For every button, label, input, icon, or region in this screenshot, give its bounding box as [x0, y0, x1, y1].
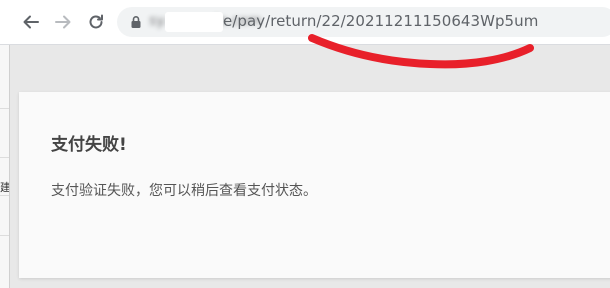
lock-icon[interactable]	[129, 15, 143, 29]
address-bar[interactable]: sy.example.com e/pay/return/22/202112111…	[117, 7, 610, 37]
arrow-right-icon	[55, 15, 71, 29]
divider	[0, 235, 9, 236]
url-redaction	[165, 12, 223, 32]
payment-result-card: 支付失败! 支付验证失败，您可以稍后查看支付状态。	[19, 92, 610, 278]
divider	[0, 157, 9, 158]
divider	[0, 195, 9, 196]
reload-button[interactable]	[85, 11, 107, 33]
divider	[0, 108, 9, 109]
status-message: 支付验证失败，您可以稍后查看支付状态。	[51, 183, 317, 199]
page-title: 支付失败!	[51, 135, 127, 155]
arrow-left-icon	[23, 15, 39, 29]
browser-toolbar: sy.example.com e/pay/return/22/202112111…	[0, 0, 610, 45]
forward-button[interactable]	[52, 11, 74, 33]
background-window-edge: 建	[0, 45, 10, 288]
back-button[interactable]	[20, 11, 42, 33]
partial-text: 建	[0, 181, 9, 194]
reload-icon	[89, 14, 103, 29]
url-path: e/pay/return/22/20211211150643Wp5um	[223, 12, 539, 30]
browser-window: sy.example.com e/pay/return/22/202112111…	[0, 0, 610, 288]
